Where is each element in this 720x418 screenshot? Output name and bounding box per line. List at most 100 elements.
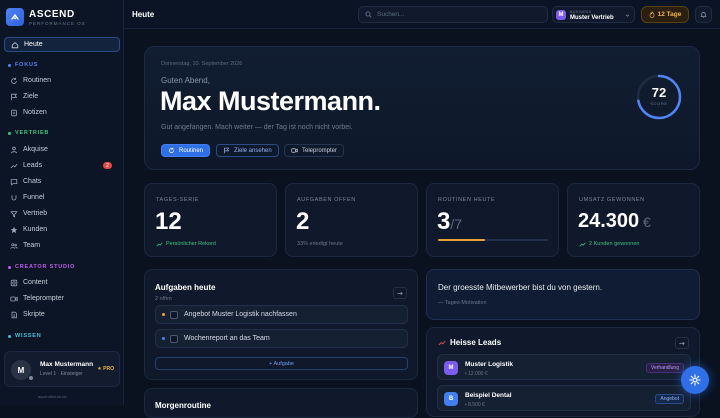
leads-count-badge: 2 [103, 162, 112, 169]
tasks-card: Aufgaben heute 2 offen Angebot Muster Lo… [144, 269, 418, 380]
notifications-button[interactable] [695, 6, 712, 23]
lead-value: • 12.000 € [465, 371, 488, 377]
footer-domain: ascendfuture.de [38, 394, 67, 399]
lead-status-badge: Angebot [655, 394, 684, 404]
sidebar-item-ziele[interactable]: Ziele [4, 89, 120, 104]
routinen-progress-bar [438, 239, 548, 241]
leads-open-button[interactable] [675, 337, 689, 349]
user-card[interactable]: M Max Mustermann Level 1 · Einsteiger ★ … [4, 351, 120, 387]
task-item[interactable]: Wochenreport an das Team [155, 329, 408, 348]
stat-value: 12 [155, 208, 182, 235]
score-value: 72 [651, 85, 667, 100]
sidebar-item-label: Akquise [23, 146, 48, 153]
motivation-card: Der groesste Mitbewerber bist du von ges… [426, 269, 700, 320]
task-checkbox[interactable] [170, 334, 178, 343]
routinen-button[interactable]: Routinen [161, 144, 211, 157]
brand-name: ASCEND [29, 9, 75, 20]
task-checkbox[interactable] [170, 310, 178, 319]
task-item[interactable]: Angebot Muster Logistik nachfassen [155, 305, 408, 324]
search-box[interactable] [358, 6, 548, 23]
hero-subtitle: Gut angefangen. Mach weiter — der Tag is… [161, 124, 353, 131]
video-icon [10, 296, 18, 301]
sidebar-item-akquise[interactable]: Akquise [4, 142, 120, 157]
sidebar-item-content[interactable]: Content [4, 275, 120, 290]
sidebar-item-kunden[interactable]: Kunden [4, 222, 120, 237]
section-creator-studio: CREATOR STUDIO [8, 264, 75, 270]
lead-avatar: M [444, 361, 458, 375]
business-switcher[interactable]: M BUSINESS Muster Vertrieb [552, 6, 635, 23]
flame-icon [649, 11, 655, 18]
business-label: BUSINESS [570, 10, 592, 14]
stat-label: AUFGABEN OFFEN [297, 197, 356, 203]
flag-icon [11, 93, 18, 100]
hero-card: Donnerstag, 10. September 2026 Guten Abe… [144, 46, 700, 170]
lead-name: Beispiel Dental [465, 392, 512, 399]
stat-card-serie: TAGES-SERIE 12 Persönlicher Rekord [144, 183, 277, 257]
score-label: SCORE [650, 101, 668, 106]
sidebar-item-chats[interactable]: Chats [4, 174, 120, 189]
stat-card-aufgaben: AUFGABEN OFFEN 2 33% erledigt heute [285, 183, 418, 257]
sidebar-item-label: Routinen [23, 77, 52, 84]
hero-name: Max Mustermann. [160, 86, 381, 116]
sidebar-item-label: Heute [24, 41, 43, 48]
hero-greeting: Guten Abend, [161, 76, 210, 85]
bell-icon [700, 12, 707, 18]
sidebar-item-label: Chats [23, 178, 42, 185]
ziele-ansehen-button[interactable]: Ziele ansehen [216, 144, 279, 157]
stat-label: UMSATZ GEWONNEN [579, 197, 645, 203]
task-text: Wochenreport an das Team [184, 335, 270, 342]
lead-item[interactable]: M Muster Logistik • 12.000 € Verhandlung [437, 354, 691, 380]
logo[interactable] [6, 8, 24, 26]
chevron-down-icon [625, 14, 630, 17]
filter-icon [10, 210, 18, 218]
sidebar-item-label: Ziele [23, 93, 39, 100]
sidebar-item-routinen[interactable]: Routinen [4, 73, 120, 88]
trending-up-icon [438, 340, 446, 345]
morgenroutine-card: Morgenroutine [144, 388, 418, 418]
lead-avatar: B [444, 392, 458, 406]
progress-fill [438, 239, 486, 241]
sidebar-item-team[interactable]: Team [4, 238, 120, 253]
add-task-button[interactable]: + Aufgabe [155, 357, 408, 370]
teleprompter-button-label: Teleprompter [302, 147, 338, 154]
sidebar-item-funnel[interactable]: Funnel [4, 190, 120, 205]
assistant-fab-button[interactable] [681, 366, 709, 394]
stat-sub: 33% erledigt heute [297, 241, 343, 247]
sidebar-item-vertrieb[interactable]: Vertrieb [4, 206, 120, 221]
quote-text: Der groesste Mitbewerber bist du von ges… [438, 283, 603, 292]
teleprompter-button[interactable]: Teleprompter [284, 144, 345, 157]
sidebar-item-skripte[interactable]: Skripte [4, 307, 120, 322]
trending-up-icon [156, 241, 163, 247]
streak-badge[interactable]: 12 Tage [641, 6, 689, 23]
ascend-logo-icon [11, 13, 19, 20]
sidebar: ASCEND PERFORMANCE OS Heute FOKUS Routin… [0, 0, 124, 405]
flag-icon [224, 147, 230, 154]
sidebar-item-teleprompter[interactable]: Teleprompter [4, 291, 120, 306]
section-wissen: WISSEN [8, 333, 42, 339]
quote-source: — Tages-Motivation [438, 300, 487, 306]
team-icon [10, 242, 18, 249]
stat-sub: 2 Kunden gewonnen [579, 241, 639, 247]
users-icon [11, 146, 17, 153]
sidebar-item-notizen[interactable]: Notizen [4, 105, 120, 120]
brand-tagline: PERFORMANCE OS [29, 21, 86, 26]
sidebar-item-label: Teleprompter [23, 295, 64, 302]
search-icon [365, 11, 372, 18]
priority-dot [162, 337, 165, 340]
lead-status-badge: Verhandlung [645, 363, 684, 373]
avatar-status-badge [28, 375, 34, 381]
lead-item[interactable]: B Beispiel Dental • 8.500 € Angebot [437, 385, 691, 411]
tasks-open-button[interactable] [393, 287, 407, 299]
video-icon [291, 148, 298, 153]
sidebar-item-leads[interactable]: Leads 2 [4, 158, 120, 173]
topbar: Heute M BUSINESS Muster Vertrieb 12 Tage [124, 0, 720, 29]
sidebar-item-heute[interactable]: Heute [4, 37, 120, 52]
magnet-icon [11, 194, 17, 200]
user-level: Level 1 · Einsteiger [40, 371, 83, 377]
page-title: Heute [132, 10, 155, 19]
stat-value: 2 [296, 208, 310, 235]
search-input[interactable] [377, 11, 537, 18]
trending-up-icon [579, 241, 586, 247]
pro-badge: ★ PRO [97, 366, 114, 372]
section-fokus: FOKUS [8, 62, 38, 68]
